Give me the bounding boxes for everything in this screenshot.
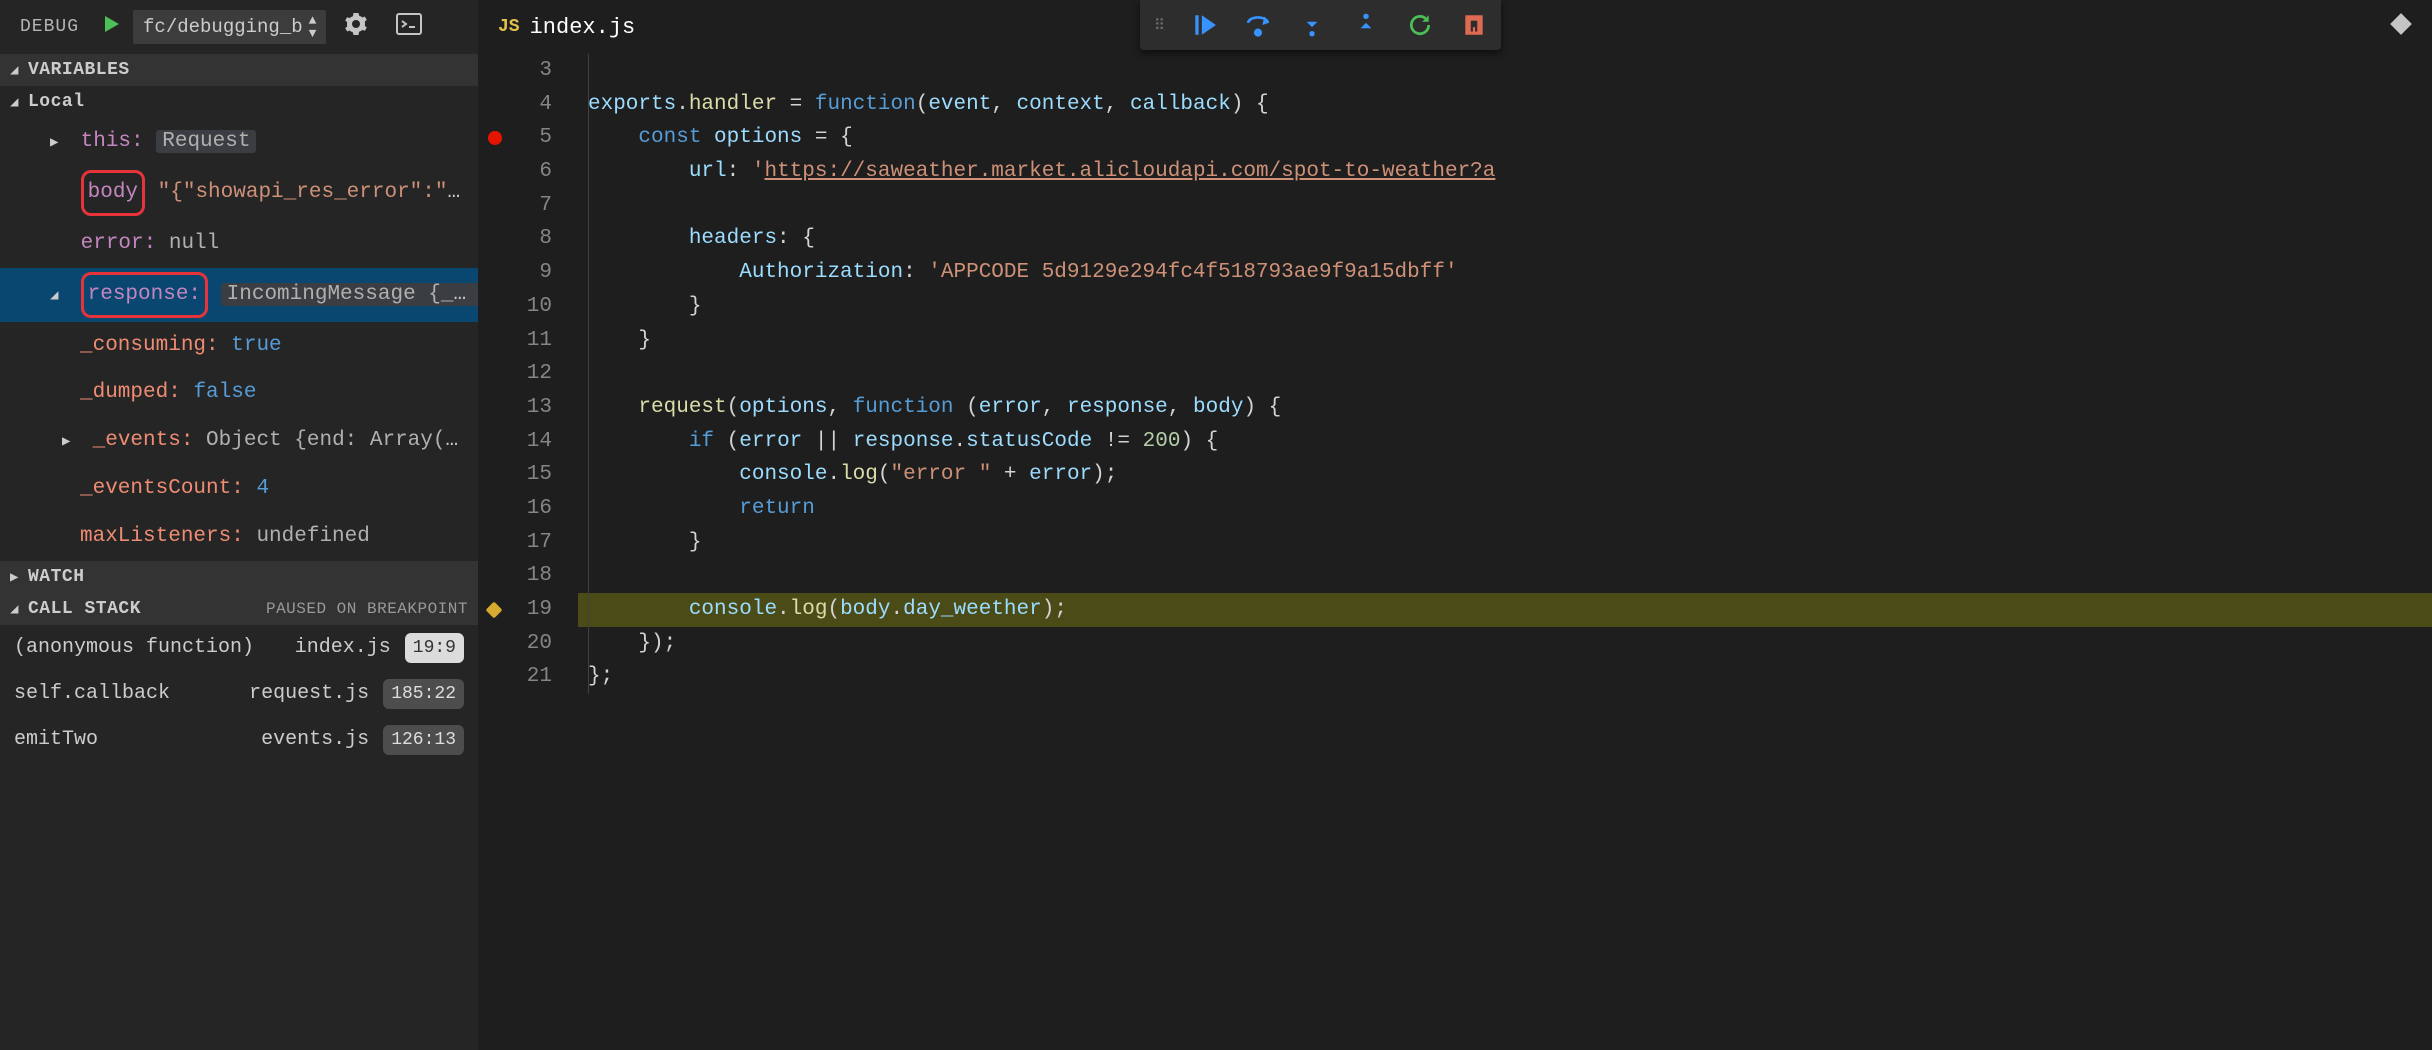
chevron-down-icon: ◢: [10, 601, 28, 618]
line-number[interactable]: 20: [478, 627, 578, 661]
chevron-down-icon: ◢: [10, 94, 28, 111]
debug-toolbar[interactable]: ⠿: [1140, 0, 1501, 50]
line-number[interactable]: 3: [478, 54, 578, 88]
continue-button[interactable]: [1191, 12, 1217, 38]
code-line[interactable]: };: [578, 660, 2432, 694]
variable-error[interactable]: error: null: [0, 220, 478, 268]
line-number[interactable]: 4: [478, 88, 578, 122]
debug-config-select[interactable]: fc/debugging_b ▲▼: [133, 10, 326, 44]
line-number[interactable]: 8: [478, 222, 578, 256]
code-line[interactable]: }: [578, 290, 2432, 324]
line-number[interactable]: 12: [478, 357, 578, 391]
line-number[interactable]: 18: [478, 559, 578, 593]
line-number[interactable]: 10: [478, 290, 578, 324]
code-line[interactable]: Authorization: 'APPCODE 5d9129e294fc4f51…: [578, 256, 2432, 290]
code-line[interactable]: request(options, function (error, respon…: [578, 391, 2432, 425]
code-line[interactable]: if (error || response.statusCode != 200)…: [578, 425, 2432, 459]
code-line[interactable]: [578, 357, 2432, 391]
debug-label: DEBUG: [10, 17, 89, 37]
callstack-frame[interactable]: (anonymous function)index.js19:9: [0, 625, 478, 671]
drag-handle-icon[interactable]: ⠿: [1154, 16, 1163, 35]
code-line[interactable]: console.log(body.day_weether);: [578, 593, 2432, 627]
step-over-button[interactable]: [1245, 12, 1271, 38]
line-number[interactable]: 14: [478, 425, 578, 459]
source-control-icon[interactable]: [2388, 11, 2414, 44]
watch-section-header[interactable]: ▶ WATCH: [0, 561, 478, 593]
chevron-right-icon: ▶: [62, 429, 80, 456]
code-line[interactable]: console.log("error " + error);: [578, 458, 2432, 492]
code-line[interactable]: }: [578, 324, 2432, 358]
conditional-breakpoint-icon[interactable]: [486, 601, 503, 618]
debug-sidebar: DEBUG fc/debugging_b ▲▼ ◢ VARIABLES ◢ Lo…: [0, 0, 478, 1050]
variable-response[interactable]: ◢ response: IncomingMessage {_reada…: [0, 268, 478, 322]
callstack-frame[interactable]: self.callbackrequest.js185:22: [0, 671, 478, 717]
code-line[interactable]: }: [578, 526, 2432, 560]
code-line[interactable]: exports.handler = function(event, contex…: [578, 88, 2432, 122]
line-number[interactable]: 15: [478, 458, 578, 492]
editor-body[interactable]: 3456789101112131415161718192021 exports.…: [478, 54, 2432, 1050]
highlight-box: response:: [81, 272, 208, 318]
code-line[interactable]: [578, 189, 2432, 223]
editor-tabbar: JS index.js ⠿: [478, 0, 2432, 54]
code-content[interactable]: exports.handler = function(event, contex…: [578, 54, 2432, 1050]
variable-this[interactable]: ▶ this: Request: [0, 118, 478, 166]
line-number[interactable]: 21: [478, 660, 578, 694]
code-line[interactable]: url: 'https://saweather.market.aliclouda…: [578, 155, 2432, 189]
js-file-icon: JS: [498, 17, 520, 37]
variable-consuming[interactable]: _consuming: true: [0, 322, 478, 370]
debug-config-name: fc/debugging_b: [143, 16, 303, 38]
line-number[interactable]: 11: [478, 324, 578, 358]
line-number[interactable]: 16: [478, 492, 578, 526]
line-number[interactable]: 19: [478, 593, 578, 627]
code-line[interactable]: return: [578, 492, 2432, 526]
line-gutter[interactable]: 3456789101112131415161718192021: [478, 54, 578, 1050]
breakpoint-icon[interactable]: [488, 131, 502, 145]
variable-maxlisteners[interactable]: maxListeners: undefined: [0, 513, 478, 561]
line-number[interactable]: 17: [478, 526, 578, 560]
variables-section-header[interactable]: ◢ VARIABLES: [0, 54, 478, 86]
debug-topbar: DEBUG fc/debugging_b ▲▼: [0, 0, 478, 54]
restart-button[interactable]: [1407, 12, 1433, 38]
callstack-section-header[interactable]: ◢CALL STACK PAUSED ON BREAKPOINT: [0, 593, 478, 625]
chevron-down-icon: ◢: [50, 283, 68, 310]
code-line[interactable]: const options = {: [578, 121, 2432, 155]
step-into-button[interactable]: [1299, 12, 1325, 38]
highlight-box: body: [81, 170, 145, 216]
start-debug-button[interactable]: [97, 14, 125, 41]
editor-area: JS index.js ⠿ 34567891011121314151617181…: [478, 0, 2432, 1050]
paused-status: PAUSED ON BREAKPOINT: [266, 600, 468, 618]
variable-dumped[interactable]: _dumped: false: [0, 369, 478, 417]
chevron-right-icon: ▶: [50, 130, 68, 157]
variable-body[interactable]: body "{"showapi_res_error":"","s…: [0, 166, 478, 220]
line-number[interactable]: 5: [478, 121, 578, 155]
gear-icon[interactable]: [334, 12, 378, 43]
code-line[interactable]: });: [578, 627, 2432, 661]
step-out-button[interactable]: [1353, 12, 1379, 38]
line-number[interactable]: 9: [478, 256, 578, 290]
callstack-frame[interactable]: emitTwoevents.js126:13: [0, 717, 478, 763]
variable-eventscount[interactable]: _eventsCount: 4: [0, 465, 478, 513]
code-line[interactable]: headers: {: [578, 222, 2432, 256]
chevron-right-icon: ▶: [10, 569, 28, 586]
code-line[interactable]: [578, 54, 2432, 88]
line-number[interactable]: 6: [478, 155, 578, 189]
line-number[interactable]: 7: [478, 189, 578, 223]
code-line[interactable]: [578, 559, 2432, 593]
scope-local-header[interactable]: ◢ Local: [0, 86, 478, 118]
chevron-down-icon: ◢: [10, 62, 28, 79]
debug-console-icon[interactable]: [386, 13, 432, 42]
stop-button[interactable]: [1461, 12, 1487, 38]
editor-tab[interactable]: JS index.js: [498, 15, 635, 40]
callstack-list: (anonymous function)index.js19:9self.cal…: [0, 625, 478, 763]
dropdown-icon: ▲▼: [309, 14, 317, 40]
editor-filename: index.js: [530, 15, 636, 40]
variable-events[interactable]: ▶ _events: Object {end: Array(2), …: [0, 417, 478, 465]
line-number[interactable]: 13: [478, 391, 578, 425]
